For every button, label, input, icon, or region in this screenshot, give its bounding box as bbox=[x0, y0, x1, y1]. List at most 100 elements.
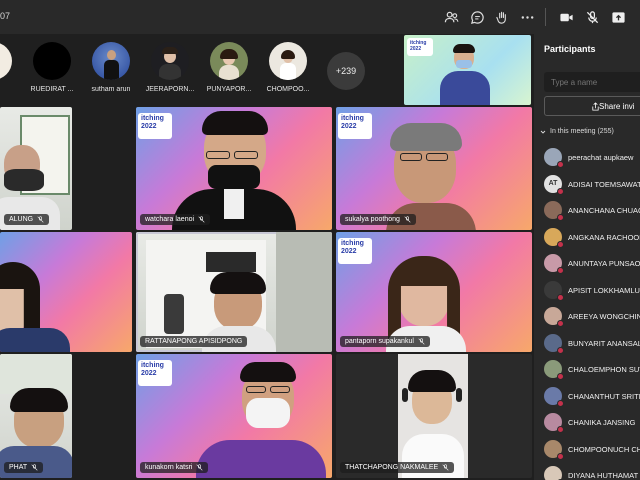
presence-dot bbox=[557, 214, 564, 221]
participant-list-item[interactable]: CHALOEMPHON SUTS bbox=[534, 356, 640, 383]
participant-name-tag: ALUNG bbox=[4, 214, 50, 225]
avatar bbox=[0, 42, 12, 80]
participant-list-item[interactable]: ANUNTAYA PUNSAO bbox=[534, 250, 640, 277]
share-invite-button[interactable]: Share invi bbox=[544, 96, 640, 116]
participant-list-item[interactable]: ANANCHANA CHUACH bbox=[534, 197, 640, 224]
avatar bbox=[151, 42, 189, 80]
avatar bbox=[33, 42, 71, 80]
strip-avatar[interactable]: sutham arun bbox=[78, 42, 144, 102]
participant-name: CHALOEMPHON SUTS bbox=[568, 365, 640, 374]
video-tile[interactable]: ALUNG bbox=[0, 107, 72, 230]
participant-name: peerachat aupkaew bbox=[568, 153, 634, 162]
event-logo: itching 2022 bbox=[138, 360, 172, 386]
camera-button[interactable] bbox=[555, 6, 577, 28]
avatar bbox=[92, 42, 130, 80]
people-icon bbox=[444, 11, 458, 22]
strip-avatar[interactable]: PUNYAPOR... bbox=[196, 42, 262, 102]
people-button[interactable] bbox=[440, 6, 462, 28]
participant-name: ANANCHANA CHUACH bbox=[568, 206, 640, 215]
participant-list: peerachat aupkaew AT ADISAI TOEMSAWATS ANAN… bbox=[534, 144, 640, 480]
toolbar-divider bbox=[545, 8, 546, 26]
section-label: In this meeting (255) bbox=[550, 128, 614, 135]
chat-button[interactable] bbox=[466, 6, 488, 28]
mic-off-icon bbox=[442, 464, 449, 471]
strip-avatar-name: RUEDIRAT ... bbox=[30, 86, 74, 93]
strip-avatar[interactable]: CHOMPOO... bbox=[255, 42, 321, 102]
presence-dot bbox=[557, 187, 564, 195]
share-icon bbox=[592, 102, 599, 111]
avatar bbox=[269, 42, 307, 80]
strip-avatar-name: sutham arun bbox=[91, 86, 131, 93]
participant-name: ANUNTAYA PUNSAO bbox=[568, 259, 640, 268]
mic-button[interactable] bbox=[581, 6, 603, 28]
strip-avatar-name: JEERAPORN... bbox=[145, 86, 195, 93]
presenter-video[interactable]: itching 2022 bbox=[404, 35, 531, 105]
video-tile[interactable]: itching 2022 pantaporn supakankul bbox=[336, 232, 532, 352]
participant-list-item[interactable]: CHOMPOONUCH CHA bbox=[534, 436, 640, 463]
presence-dot bbox=[557, 293, 564, 301]
react-button[interactable] bbox=[491, 6, 513, 28]
event-logo: itching 2022 bbox=[338, 113, 372, 139]
strip-avatar[interactable]: RUEDIRAT ... bbox=[19, 42, 85, 102]
strip-avatar-name: CHOMPOO... bbox=[266, 86, 310, 93]
video-stage: RUEDIRAT ... sutham arun JEERAPORN... PU… bbox=[0, 34, 534, 480]
participant-name-tag: kunakorn katsri bbox=[140, 462, 209, 473]
mic-off-icon bbox=[37, 216, 44, 223]
avatar bbox=[544, 466, 562, 480]
strip-avatar[interactable]: JEERAPORN... bbox=[137, 42, 203, 102]
participant-list-item[interactable]: DIYANA HUTHAMAT bbox=[534, 462, 640, 480]
share-tray-icon bbox=[611, 11, 625, 23]
video-tile[interactable]: RATTANAPONG APISIDPONG bbox=[136, 232, 332, 352]
video-tile[interactable]: itching 2022 sukalya poothong bbox=[336, 107, 532, 230]
participant-search-input[interactable] bbox=[544, 72, 640, 92]
participant-name: APISIT LOKKHAMLUE bbox=[568, 285, 640, 295]
more-participants-badge[interactable]: +239 bbox=[327, 52, 365, 90]
participant-name-tag: sukalya poothong bbox=[340, 214, 416, 225]
presence-dot bbox=[557, 320, 564, 327]
participant-list-item[interactable]: APISIT LOKKHAMLUE bbox=[534, 277, 640, 304]
mic-off-icon bbox=[586, 10, 598, 23]
video-tile[interactable]: itching 2022 watchara laenoi bbox=[136, 107, 332, 230]
presence-dot bbox=[557, 161, 564, 168]
call-timer: 07 bbox=[0, 11, 11, 21]
video-tile[interactable]: itching 2022 kunakorn katsri bbox=[136, 354, 332, 478]
panel-title: Participants bbox=[544, 44, 596, 54]
share-button[interactable] bbox=[607, 6, 629, 28]
participant-list-item[interactable]: AREEYA WONGCHINA bbox=[534, 303, 640, 330]
participant-name-tag: pantaporn supakankul bbox=[340, 336, 430, 347]
presence-dot bbox=[557, 346, 564, 354]
participant-name: BUNYARIT ANANSALU bbox=[568, 338, 640, 348]
mic-off-icon bbox=[196, 464, 203, 471]
participant-list-item[interactable]: ANGKANA RACHOOKA bbox=[534, 224, 640, 251]
event-logo: itching 2022 bbox=[407, 38, 433, 56]
participant-list-item[interactable]: BUNYARIT ANANSALU bbox=[534, 330, 640, 357]
participant-name: CHANANTHUT SRITHO bbox=[568, 391, 640, 401]
participant-list-item[interactable]: peerachat aupkaew bbox=[534, 144, 640, 171]
presence-dot bbox=[557, 452, 564, 460]
video-tile[interactable]: PHAT bbox=[0, 354, 72, 478]
reactions-icon bbox=[495, 11, 506, 24]
participant-name: ADISAI TOEMSAWATS bbox=[568, 179, 640, 189]
in-meeting-section-toggle[interactable]: In this meeting (255) bbox=[540, 128, 614, 135]
mic-off-icon bbox=[404, 216, 411, 223]
share-invite-label: Share invi bbox=[599, 101, 635, 111]
participant-name-tag: RATTANAPONG APISIDPONG bbox=[140, 336, 248, 347]
camera-icon bbox=[559, 13, 573, 21]
participant-list-item[interactable]: CHANANTHUT SRITHO bbox=[534, 383, 640, 410]
presence-dot bbox=[557, 267, 564, 274]
participant-avatar-strip: RUEDIRAT ... sutham arun JEERAPORN... PU… bbox=[0, 42, 400, 102]
chevron-down-icon bbox=[540, 130, 546, 134]
participant-list-item[interactable]: AT ADISAI TOEMSAWATS bbox=[534, 171, 640, 198]
participant-name-tag: THATCHAPONG NAKMALEE bbox=[340, 462, 455, 473]
event-logo: itching 2022 bbox=[338, 238, 372, 264]
participant-name-tag: watchara laenoi bbox=[140, 214, 211, 225]
more-button[interactable] bbox=[516, 6, 538, 28]
more-icon bbox=[521, 15, 533, 19]
video-tile[interactable] bbox=[0, 232, 132, 352]
participant-name: CHANIKA JANSING bbox=[568, 418, 636, 427]
presence-dot bbox=[557, 240, 564, 248]
participant-name: CHOMPOONUCH CHA bbox=[568, 444, 640, 454]
participant-name-tag: PHAT bbox=[4, 462, 44, 473]
participant-list-item[interactable]: CHANIKA JANSING bbox=[534, 409, 640, 436]
video-tile[interactable]: THATCHAPONG NAKMALEE bbox=[336, 354, 532, 478]
